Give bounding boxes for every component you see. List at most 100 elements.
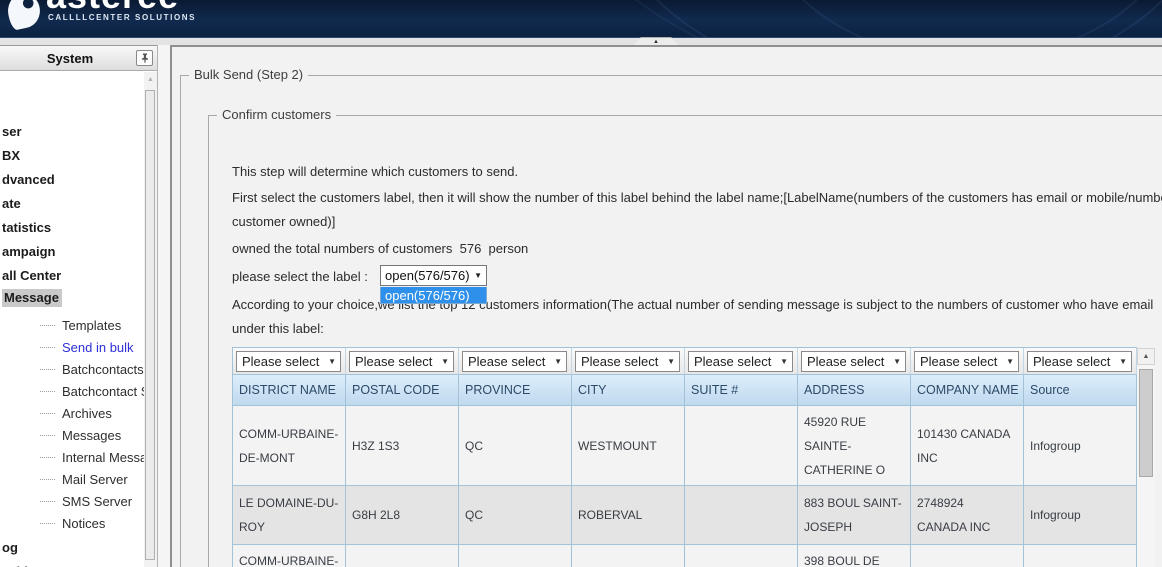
table-scrollbar[interactable]: ▲: [1137, 348, 1155, 567]
th-suite: SUITE #: [685, 375, 798, 406]
brand-tagline: CALLLLCENTER SOLUTIONS: [48, 13, 196, 22]
dropdown-arrow-icon: ▼: [667, 357, 675, 366]
instruction-line-2b: customer owned)]: [232, 213, 335, 230]
sidebar-item-advanced[interactable]: dvanced: [0, 168, 144, 190]
sidebar-item-batchcontact-sents[interactable]: Batchcontact Sents: [0, 380, 144, 402]
table-row: COMM-URBAINE-DE-MONT H3Z 1S3 QC WESTMOUN…: [233, 406, 1137, 486]
sidebar-item-user[interactable]: ser: [0, 120, 144, 142]
cell-district: COMM-URBAINE-DE-MONT: [233, 406, 346, 486]
sidebar-item-statistics[interactable]: tatistics: [0, 216, 144, 238]
filter-cell-suite: Please select▼: [685, 348, 798, 375]
filter-select-province[interactable]: Please select▼: [462, 351, 567, 372]
instruction-line-1: This step will determine which customers…: [232, 163, 518, 180]
cell-district: COMM-URBAINE-DE-MONT: [233, 545, 346, 567]
instruction-line-3b: under this label:: [232, 320, 324, 337]
cell-source: [1024, 545, 1137, 567]
dropdown-arrow-icon: ▼: [1119, 357, 1127, 366]
filter-select-district[interactable]: Please select▼: [236, 351, 341, 372]
filter-select-address[interactable]: Please select▼: [801, 351, 906, 372]
sidebar-item-call-center[interactable]: all Center: [0, 264, 144, 286]
cell-postal: G8H 2L8: [346, 486, 459, 545]
cell-province: [459, 545, 572, 567]
tree-branch-icon: [40, 325, 55, 326]
brand-drop-icon: [5, 0, 43, 31]
top-banner: asteree CALLLLCENTER SOLUTIONS: [0, 0, 1162, 38]
panel-splitter[interactable]: [157, 45, 172, 567]
scroll-up-icon[interactable]: ▲: [144, 76, 157, 84]
cell-province: QC: [459, 486, 572, 545]
sidebar-item-archives[interactable]: Archives: [0, 402, 144, 424]
tree-branch-icon: [40, 501, 55, 502]
sidebar-title: System: [0, 51, 140, 66]
table-scrollbar-thumb[interactable]: [1139, 369, 1153, 477]
sidebar-item-notices[interactable]: Notices: [0, 512, 144, 534]
sidebar-item-sms-server[interactable]: SMS Server: [0, 490, 144, 512]
label-select[interactable]: open(576/576) ▼: [380, 265, 487, 286]
table-row: LE DOMAINE-DU-ROY G8H 2L8 QC ROBERVAL 88…: [233, 486, 1137, 545]
sidebar-item-templates[interactable]: Templates: [0, 314, 144, 336]
sidebar-item-log[interactable]: og: [0, 536, 144, 558]
cell-postal: [346, 545, 459, 567]
dropdown-arrow-icon: ▼: [1006, 357, 1014, 366]
dropdown-arrow-icon: ▼: [893, 357, 901, 366]
sidebar-item-realtime[interactable]: ealtime: [0, 560, 144, 567]
filter-select-suite[interactable]: Please select▼: [688, 351, 793, 372]
pin-button[interactable]: [136, 50, 153, 66]
sidebar-header: System: [0, 46, 158, 71]
brand-name: asteree: [46, 0, 179, 14]
th-postal-code: POSTAL CODE: [346, 375, 459, 406]
label-select-option[interactable]: open(576/576): [380, 287, 487, 304]
cell-company: [911, 545, 1024, 567]
sidebar-item-campaign[interactable]: ampaign: [0, 240, 144, 262]
tree-branch-icon: [40, 479, 55, 480]
select-label-text: please select the label :: [232, 268, 368, 285]
filter-cell-province: Please select▼: [459, 348, 572, 375]
filter-select-postal[interactable]: Please select▼: [349, 351, 454, 372]
filter-select-source[interactable]: Please select▼: [1027, 351, 1132, 372]
sidebar-item-rate[interactable]: ate: [0, 192, 144, 214]
cell-address: 398 BOUL DE: [798, 545, 911, 567]
dropdown-arrow-icon: ▼: [441, 357, 449, 366]
table-row: COMM-URBAINE-DE-MONT 398 BOUL DE: [233, 545, 1137, 567]
sidebar-item-internal-messages[interactable]: Internal Messages: [0, 446, 144, 468]
cell-address: 45920 RUE SAINTE-CATHERINE O: [798, 406, 911, 486]
tree-branch-icon: [40, 523, 55, 524]
tree-branch-icon: [40, 347, 55, 348]
cell-suite: [685, 406, 798, 486]
scroll-up-icon[interactable]: ▲: [1137, 348, 1155, 365]
filter-cell-source: Please select▼: [1024, 348, 1137, 375]
cell-city: ROBERVAL: [572, 486, 685, 545]
tree-branch-icon: [40, 391, 55, 392]
sidebar-item-messages[interactable]: Messages: [0, 424, 144, 446]
cell-postal: H3Z 1S3: [346, 406, 459, 486]
dropdown-arrow-icon: ▼: [474, 271, 482, 280]
sidebar-item-batchcontacts[interactable]: Batchcontacts: [0, 358, 144, 380]
filter-cell-city: Please select▼: [572, 348, 685, 375]
sidebar-item-send-in-bulk[interactable]: Send in bulk: [0, 336, 144, 358]
cell-source: Infogroup: [1024, 486, 1137, 545]
table-header-row: DISTRICT NAME POSTAL CODE PROVINCE CITY …: [233, 375, 1137, 406]
sidebar-scrollbar-thumb[interactable]: [145, 90, 155, 560]
cell-company: 2748924 CANADA INC: [911, 486, 1024, 545]
dropdown-arrow-icon: ▼: [780, 357, 788, 366]
filter-select-company[interactable]: Please select▼: [914, 351, 1019, 372]
filter-select-city[interactable]: Please select▼: [575, 351, 680, 372]
th-company-name: COMPANY NAME: [911, 375, 1024, 406]
tree-branch-icon: [40, 369, 55, 370]
filter-cell-address: Please select▼: [798, 348, 911, 375]
cell-city: [572, 545, 685, 567]
total-customers-line: owned the total numbers of customers 576…: [232, 240, 528, 257]
sidebar-scrollbar[interactable]: ▲: [144, 72, 157, 567]
sidebar-item-pbx[interactable]: BX: [0, 144, 144, 166]
cell-province: QC: [459, 406, 572, 486]
th-city: CITY: [572, 375, 685, 406]
sidebar-item-mail-server[interactable]: Mail Server: [0, 468, 144, 490]
sidebar-item-message[interactable]: Message: [0, 287, 144, 309]
customers-table: Please select▼ Please select▼ Please sel…: [232, 347, 1137, 567]
pushpin-icon: [140, 53, 150, 63]
instruction-line-2: First select the customers label, then i…: [232, 189, 1162, 206]
dropdown-arrow-icon: ▼: [328, 357, 336, 366]
th-address: ADDRESS: [798, 375, 911, 406]
confirm-customers-title: Confirm customers: [217, 107, 336, 123]
instruction-line-3: According to your choice,we list the top…: [232, 296, 1153, 313]
